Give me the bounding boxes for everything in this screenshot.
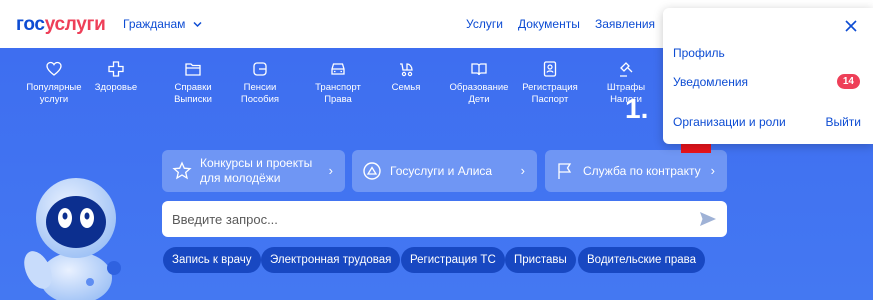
folder-icon xyxy=(185,63,201,76)
logo-part-gos: гос xyxy=(16,14,45,35)
promo-youth-contests[interactable]: Конкурсы и проекты для молодёжи › xyxy=(162,150,345,192)
notifications-count-badge: 14 xyxy=(836,74,860,89)
star-icon xyxy=(172,161,192,180)
wallet-icon xyxy=(253,62,267,76)
chevron-right-icon: › xyxy=(520,163,525,178)
close-icon[interactable] xyxy=(843,18,859,34)
dropdown-organizations[interactable]: Организации и роли xyxy=(673,115,786,129)
chevron-right-icon: › xyxy=(710,163,715,178)
category-label: Регистрация Паспорт xyxy=(522,82,578,105)
category-label: Образование Дети xyxy=(449,82,509,105)
category-popular[interactable]: Популярные услуги xyxy=(19,60,89,106)
category-health[interactable]: Здоровье xyxy=(81,60,151,94)
category-registration[interactable]: Регистрация Паспорт xyxy=(515,60,585,106)
logo-part-uslugi: услуги xyxy=(44,14,106,35)
chip-driver-license[interactable]: Водительские права xyxy=(578,247,705,273)
chip-bailiffs[interactable]: Приставы xyxy=(505,247,576,273)
category-transport[interactable]: Транспорт Права xyxy=(303,60,373,106)
search-box xyxy=(162,201,727,237)
category-label: Здоровье xyxy=(94,82,138,93)
gosuslugi-logo[interactable]: госуслуги xyxy=(16,14,106,36)
category-certificates[interactable]: Справки Выписки xyxy=(158,60,228,106)
category-family[interactable]: Семья xyxy=(371,60,441,94)
chip-vehicle-registration[interactable]: Регистрация ТС xyxy=(401,247,505,273)
promo-title: Конкурсы и проекты xyxy=(200,156,313,170)
category-label: Семья xyxy=(391,82,421,93)
citizens-label: Гражданам xyxy=(123,17,186,31)
alice-icon xyxy=(363,162,381,180)
promo-contract-service[interactable]: Служба по контракту › xyxy=(545,150,727,192)
car-icon xyxy=(331,63,345,75)
promo-title: Служба по контракту xyxy=(583,164,701,178)
chevron-right-icon: › xyxy=(328,163,333,178)
nav-documents[interactable]: Документы xyxy=(518,17,580,31)
nav-applications[interactable]: Заявления xyxy=(595,17,655,31)
promo-alice[interactable]: Госуслуги и Алиса › xyxy=(352,150,537,192)
book-icon xyxy=(471,63,487,76)
category-pensions[interactable]: Пенсии Пособия xyxy=(225,60,295,106)
category-education[interactable]: Образование Дети xyxy=(444,60,514,106)
profile-dropdown: Профиль Уведомления 14 Организации и рол… xyxy=(663,8,873,144)
dropdown-profile[interactable]: Профиль xyxy=(673,46,725,60)
nav-services[interactable]: Услуги xyxy=(466,17,503,31)
promo-subtitle: для молодёжи xyxy=(200,171,281,185)
category-label: Пенсии Пособия xyxy=(240,82,280,105)
category-label: Справки Выписки xyxy=(174,82,212,105)
flag-icon xyxy=(558,163,572,179)
heart-icon xyxy=(46,61,62,76)
dropdown-notifications[interactable]: Уведомления xyxy=(673,75,748,89)
robot-mascot-illustration xyxy=(24,178,121,300)
promo-title: Госуслуги и Алиса xyxy=(390,164,493,178)
medical-cross-icon xyxy=(108,61,124,77)
id-card-icon xyxy=(543,61,557,77)
gavel-icon xyxy=(620,62,633,77)
send-icon[interactable] xyxy=(699,210,717,228)
logout-link[interactable]: Выйти xyxy=(825,115,861,129)
category-label: Популярные услуги xyxy=(26,82,82,105)
citizens-dropdown[interactable]: Гражданам xyxy=(123,17,202,31)
search-input[interactable] xyxy=(172,209,672,229)
chip-doctor-appointment[interactable]: Запись к врачу xyxy=(163,247,261,273)
stroller-icon xyxy=(400,63,413,77)
chip-electronic-workbook[interactable]: Электронная трудовая xyxy=(261,247,401,273)
annotation-step-number: 1. xyxy=(625,93,649,124)
chevron-down-icon xyxy=(193,22,202,28)
category-label: Транспорт Права xyxy=(315,82,361,105)
